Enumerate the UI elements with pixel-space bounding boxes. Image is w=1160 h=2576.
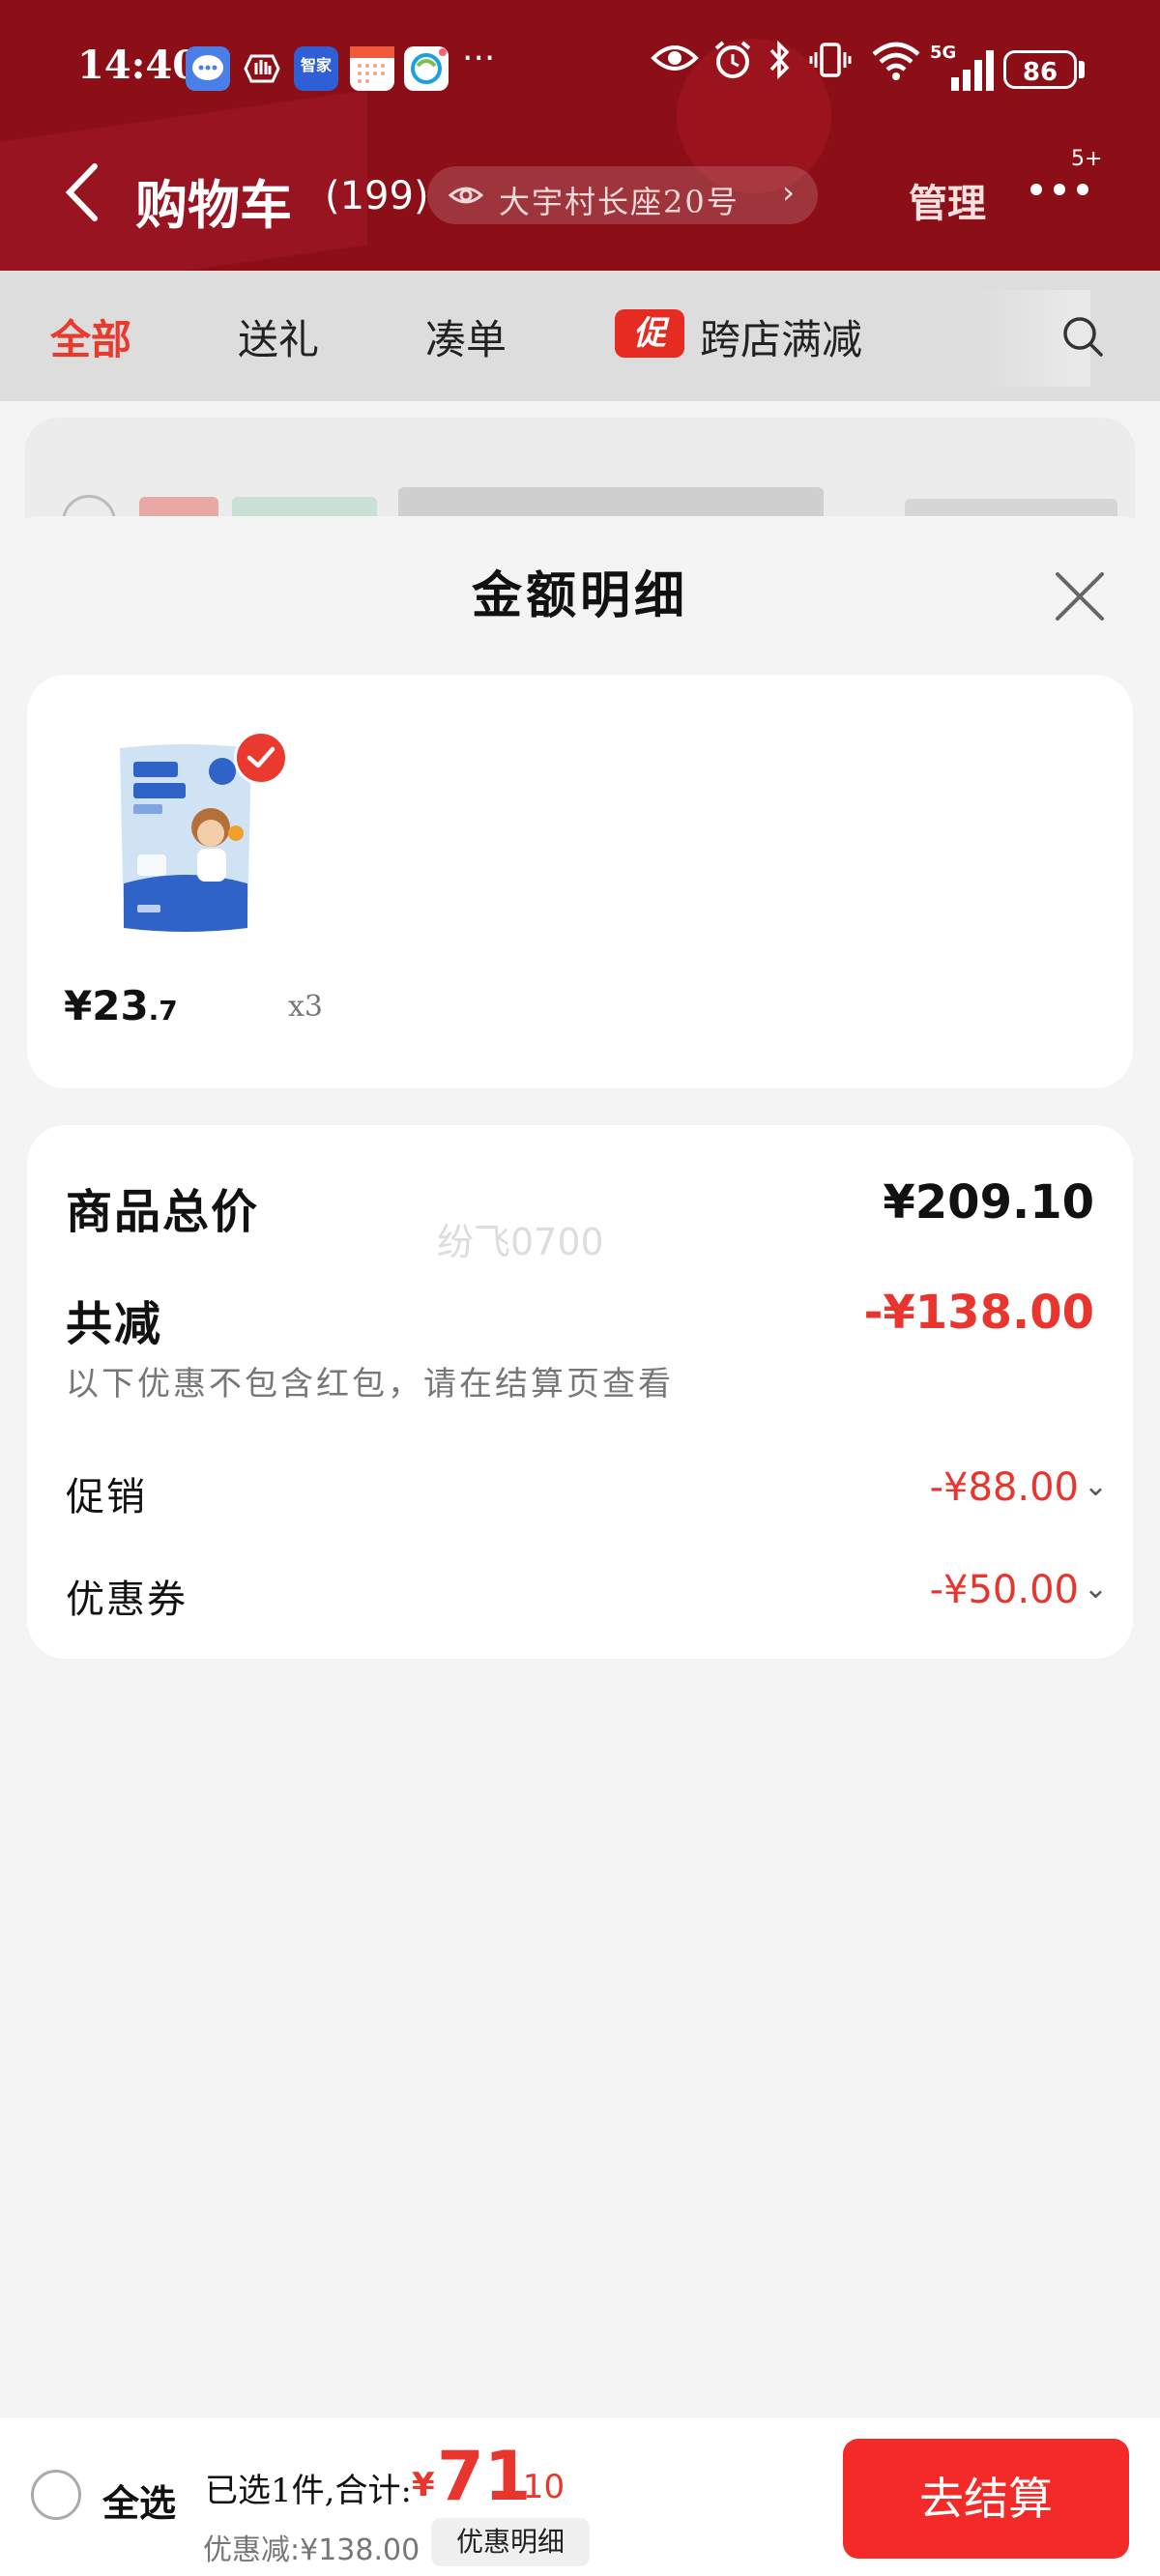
total-amount-decimal: .10 <box>512 2468 566 2506</box>
total-discount-value: -¥138.00 <box>863 1286 1094 1340</box>
battery-icon: 86 <box>1003 50 1077 89</box>
back-button[interactable] <box>60 159 106 226</box>
signal-icon <box>934 46 994 91</box>
total-price-value: ¥209.10 <box>883 1175 1094 1230</box>
watermark-text: 纷飞0700 <box>437 1221 604 1263</box>
search-icon <box>1063 317 1103 357</box>
total-price-label: 商品总价 <box>66 1185 260 1239</box>
tab-all[interactable]: 全部 <box>50 307 131 366</box>
address-text: 大宇村长座20号 <box>499 184 740 220</box>
chevron-down-icon[interactable]: ⌄ <box>1084 1469 1108 1503</box>
vibrate-icon <box>808 39 853 90</box>
discount-detail-button[interactable]: 优惠明细 <box>431 2518 590 2566</box>
total-currency: ¥ <box>412 2466 435 2504</box>
mobile-app-icon <box>404 46 449 91</box>
discount-note: 以下优惠不包含红包，请在结算页查看 <box>66 1365 674 1404</box>
location-eye-icon <box>449 187 483 204</box>
calendar-app-icon <box>350 46 394 91</box>
select-all-checkbox[interactable] <box>31 2470 81 2520</box>
close-button[interactable] <box>1050 566 1110 626</box>
checkout-bar: 全选 已选1件,合计: ¥ 71 .10 优惠减:¥138.00 优惠明细 去结… <box>0 2417 1160 2576</box>
tab-cross-store-discount[interactable]: 跨店满减 <box>700 307 862 366</box>
selected-count-label: 已选1件,合计: <box>205 2472 412 2510</box>
product-quantity: x3 <box>288 990 324 1024</box>
coupon-value[interactable]: -¥50.00 <box>930 1568 1079 1612</box>
total-discount-label: 共减 <box>66 1297 163 1351</box>
gesture-app-icon <box>240 46 284 91</box>
more-menu-button[interactable] <box>1030 176 1098 195</box>
product-price: ¥23.7 <box>64 982 178 1029</box>
checkout-button[interactable]: 去结算 <box>843 2439 1129 2559</box>
page-title: 购物车 <box>135 174 292 236</box>
more-notifications-icon: ··· <box>462 39 496 78</box>
chevron-right-icon: › <box>782 174 795 211</box>
haier-app-label: 智家 <box>300 56 332 74</box>
price-summary-card: 商品总价 ¥209.10 共减 -¥138.00 以下优惠不包含红包，请在结算页… <box>27 1125 1133 1659</box>
message-app-icon <box>186 46 230 91</box>
cart-count: (199) <box>325 174 429 218</box>
selected-checkmark-icon[interactable] <box>234 731 288 785</box>
product-price-decimal: .7 <box>148 995 178 1027</box>
alarm-icon <box>711 39 754 90</box>
product-price-int: ¥23 <box>64 982 149 1029</box>
haier-app-icon: 智家 <box>294 46 338 91</box>
promotion-label: 促销 <box>66 1475 147 1520</box>
manage-button[interactable]: 管理 <box>909 172 986 228</box>
eye-comfort-icon <box>650 39 700 86</box>
address-selector[interactable]: 大宇村长座20号 › <box>427 166 818 224</box>
search-button[interactable] <box>1061 315 1104 358</box>
status-bar: 14:40 智家 ··· 5G 86 <box>0 0 1160 140</box>
tab-add-on[interactable]: 凑单 <box>425 307 507 366</box>
header: 14:40 智家 ··· 5G 86 购物车 (199) 大宇村长座20号 › … <box>0 0 1160 271</box>
promo-badge: 促 <box>615 309 684 358</box>
chevron-down-icon[interactable]: ⌄ <box>1084 1572 1108 1606</box>
bluetooth-icon <box>766 39 793 90</box>
select-all-label[interactable]: 全选 <box>102 2474 176 2527</box>
battery-level: 86 <box>1022 58 1058 87</box>
battery-tip <box>1079 61 1085 78</box>
chevron-left-icon <box>65 163 98 221</box>
amount-detail-sheet: 金额明细 ¥23.7 x3 商品总价 ¥209.10 共减 -¥138.00 以… <box>0 516 1160 2417</box>
wifi-icon <box>870 39 922 90</box>
sheet-title: 金额明细 <box>471 566 688 625</box>
status-time: 14:40 <box>77 43 200 88</box>
filter-tabs: 全部 送礼 凑单 促 跨店满减 <box>0 271 1160 401</box>
product-card: ¥23.7 x3 <box>27 675 1133 1088</box>
close-icon <box>1056 572 1104 621</box>
coupon-label: 优惠券 <box>66 1577 188 1622</box>
discount-summary: 优惠减:¥138.00 <box>203 2533 420 2567</box>
message-count-badge: 5+ <box>1071 147 1103 171</box>
promotion-value[interactable]: -¥88.00 <box>930 1465 1079 1510</box>
tab-gift[interactable]: 送礼 <box>238 307 319 366</box>
